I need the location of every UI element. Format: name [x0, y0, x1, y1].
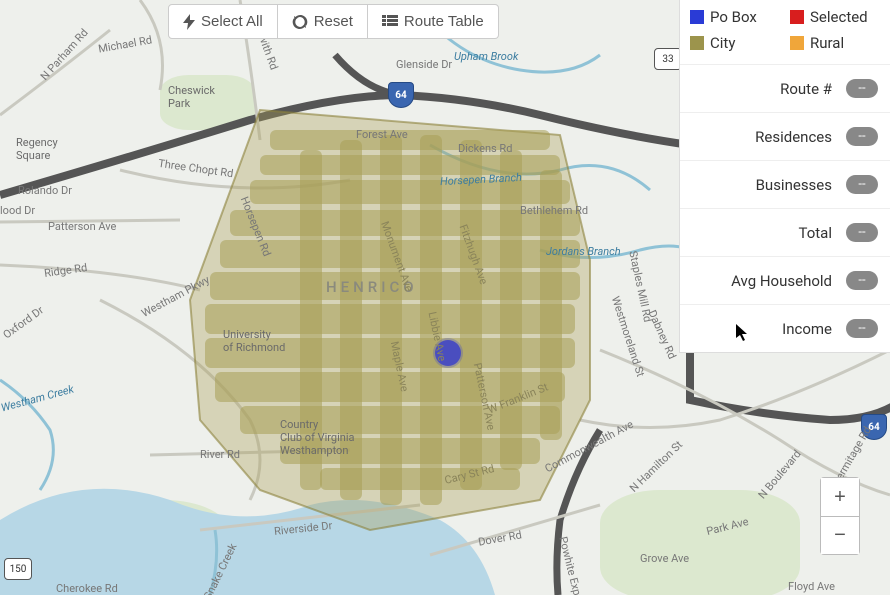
road-ridge: Ridge Rd — [43, 261, 88, 280]
route-table-button[interactable]: Route Table — [368, 4, 499, 39]
shield-33: 33 — [654, 48, 682, 70]
legend-item-rural: Rural — [790, 34, 880, 52]
legend-label: City — [710, 34, 735, 52]
water-upham: Upham Brook — [454, 50, 518, 63]
legend-label: Rural — [810, 34, 844, 52]
road-river: River Rd — [200, 448, 240, 461]
legend-item-selected: Selected — [790, 8, 880, 26]
road-staples: Staples Mill Rd — [626, 250, 654, 324]
road-westham: Westham Pkwy — [139, 273, 211, 320]
stat-label: Income — [692, 320, 832, 338]
reset-label: Reset — [314, 13, 353, 30]
legend-item-pobox: Po Box — [690, 8, 780, 26]
stat-income: Income -- — [680, 305, 890, 352]
stat-value: -- — [846, 127, 878, 146]
legend: Po Box Selected City Rural — [680, 0, 890, 65]
stat-total: Total -- — [680, 209, 890, 257]
stat-route: Route # -- — [680, 65, 890, 113]
road-patterson: Patterson Ave — [48, 220, 116, 233]
stat-value: -- — [846, 79, 878, 98]
refresh-icon — [292, 14, 308, 30]
route-table-label: Route Table — [404, 13, 484, 30]
zoom-control: + − — [820, 477, 860, 555]
stat-residences: Residences -- — [680, 113, 890, 161]
stat-label: Total — [692, 224, 832, 242]
zoom-out-button[interactable]: − — [821, 516, 859, 554]
legend-item-city: City — [690, 34, 780, 52]
map-toolbar: Select All Reset Route Table — [168, 4, 499, 39]
road-glenside: Glenside Dr — [396, 58, 452, 71]
stat-businesses: Businesses -- — [680, 161, 890, 209]
stat-value: -- — [846, 271, 878, 290]
map-center-marker — [435, 340, 461, 366]
stat-value: -- — [846, 223, 878, 242]
stat-label: Businesses — [692, 176, 832, 194]
bolt-icon — [183, 14, 195, 30]
stat-label: Avg Household — [692, 272, 832, 290]
swatch-pobox — [690, 10, 704, 24]
reset-button[interactable]: Reset — [278, 4, 368, 39]
road-parham: N Parham Rd — [38, 26, 91, 83]
road-hamilton: N Hamilton St — [627, 438, 685, 495]
water-westham: Westham Creek — [0, 383, 75, 415]
place-regency: Regency Square — [16, 136, 58, 162]
stat-label: Residences — [692, 128, 832, 146]
road-dover: Dover Rd — [477, 528, 523, 548]
info-panel: Po Box Selected City Rural Route # -- Re… — [679, 0, 890, 353]
road-dabney: Dabney Rd — [646, 308, 679, 361]
stat-value: -- — [846, 175, 878, 194]
swatch-city — [690, 36, 704, 50]
zoom-in-button[interactable]: + — [821, 478, 859, 516]
stat-label: Route # — [692, 80, 832, 98]
road-lood: lood Dr — [0, 204, 35, 217]
stat-value: -- — [846, 319, 878, 338]
road-threechopt: Three Chopt Rd — [157, 157, 234, 180]
road-michael: Michael Rd — [97, 33, 153, 55]
shield-150: 150 — [4, 558, 32, 580]
road-floyd: Floyd Ave — [788, 580, 835, 593]
shield-i64: 64 — [861, 414, 887, 440]
select-all-button[interactable]: Select All — [168, 4, 278, 39]
swatch-rural — [790, 36, 804, 50]
road-westmoreland: Westmoreland St — [609, 295, 647, 379]
legend-label: Selected — [810, 8, 868, 26]
legend-label: Po Box — [710, 8, 757, 26]
road-riverside: Riverside Dr — [273, 519, 332, 538]
table-icon — [382, 15, 398, 29]
road-oxford: Oxford Dr — [1, 304, 46, 342]
shield-i64: 64 — [388, 82, 414, 108]
road-rolando: Rolando Dr — [18, 184, 72, 197]
select-all-label: Select All — [201, 13, 263, 30]
swatch-selected — [790, 10, 804, 24]
road-powhite: Powhite Expy — [556, 535, 584, 595]
stat-household: Avg Household -- — [680, 257, 890, 305]
